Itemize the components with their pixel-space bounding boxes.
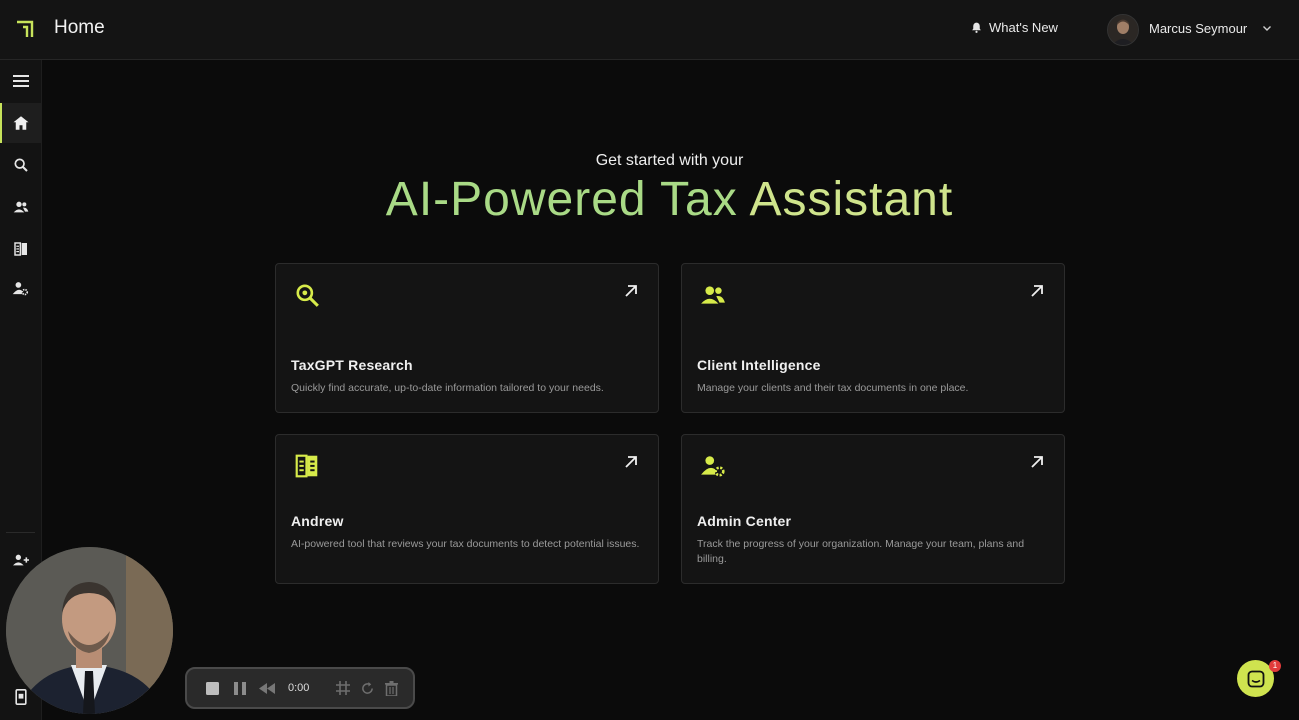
arrow-up-right-icon	[1031, 285, 1043, 297]
card-title: Client Intelligence	[697, 357, 821, 373]
card-title: Andrew	[291, 513, 344, 529]
card-description: Quickly find accurate, up-to-date inform…	[291, 382, 604, 394]
menu-toggle-button[interactable]	[0, 63, 41, 99]
card-description: Track the progress of your organization.…	[697, 538, 1025, 565]
grid-icon	[336, 681, 350, 695]
chat-icon	[1247, 670, 1264, 687]
card-admin-center[interactable]: Admin Center Track the progress of your …	[681, 434, 1065, 584]
hero-title-main: AI-Powered Tax	[385, 173, 750, 226]
rewind-icon	[259, 682, 275, 694]
recording-time: 0:00	[288, 682, 310, 694]
chevron-down-icon[interactable]	[1261, 22, 1273, 34]
sidebar-divider	[6, 532, 35, 533]
card-title: TaxGPT Research	[291, 357, 413, 373]
search-icon	[296, 284, 319, 307]
page-title: Home	[54, 17, 105, 38]
avatar[interactable]	[1107, 14, 1139, 46]
home-icon	[13, 116, 28, 130]
sidebar-item-admin[interactable]	[0, 270, 41, 306]
restart-icon	[361, 681, 373, 694]
avatar-image	[1108, 15, 1138, 45]
rewind-button[interactable]	[257, 678, 277, 698]
pause-icon	[234, 681, 246, 695]
bell-icon	[972, 22, 981, 33]
user-settings-icon	[701, 456, 725, 477]
trash-icon	[384, 680, 398, 696]
arrow-up-right-icon	[625, 285, 637, 297]
mobile-icon	[14, 689, 27, 705]
delete-button[interactable]	[381, 678, 401, 698]
document-review-icon	[295, 454, 318, 478]
arrow-up-right-icon	[625, 456, 637, 468]
document-review-icon	[13, 242, 27, 256]
card-title: Admin Center	[697, 513, 792, 529]
whats-new-label: What's New	[989, 20, 1058, 35]
webcam-overlay[interactable]	[6, 547, 173, 714]
users-icon	[701, 286, 725, 304]
hero-title-last: Assistant	[749, 173, 954, 226]
hero-title: AI-Powered Tax Assistant	[0, 172, 1299, 227]
grid-button[interactable]	[333, 678, 353, 698]
hero-subtitle: Get started with your	[595, 152, 744, 169]
sidebar-item-home[interactable]	[0, 103, 41, 143]
user-name[interactable]: Marcus Seymour	[1149, 21, 1247, 36]
card-description: AI-powered tool that reviews your tax do…	[291, 538, 640, 550]
pause-button[interactable]	[230, 678, 250, 698]
sidebar-item-andrew[interactable]	[0, 231, 41, 267]
stop-icon	[205, 681, 219, 695]
add-user-icon	[12, 554, 29, 566]
presenter-video	[6, 547, 173, 714]
card-taxgpt-research[interactable]: TaxGPT Research Quickly find accurate, u…	[275, 263, 659, 413]
user-settings-icon	[12, 281, 29, 295]
arrow-up-right-icon	[1031, 456, 1043, 468]
notification-badge: 1	[1269, 660, 1281, 672]
logo-icon[interactable]	[14, 18, 36, 40]
card-description: Manage your clients and their tax docume…	[697, 382, 969, 394]
recording-toolbar: 0:00	[185, 667, 415, 709]
hamburger-icon	[12, 75, 29, 87]
whats-new-button[interactable]: What's New	[970, 20, 1058, 35]
stop-button[interactable]	[202, 678, 222, 698]
top-header: Home What's New Marcus Seymour	[0, 0, 1299, 60]
card-andrew[interactable]: Andrew AI-powered tool that reviews your…	[275, 434, 659, 584]
card-client-intelligence[interactable]: Client Intelligence Manage your clients …	[681, 263, 1065, 413]
restart-button[interactable]	[357, 678, 377, 698]
